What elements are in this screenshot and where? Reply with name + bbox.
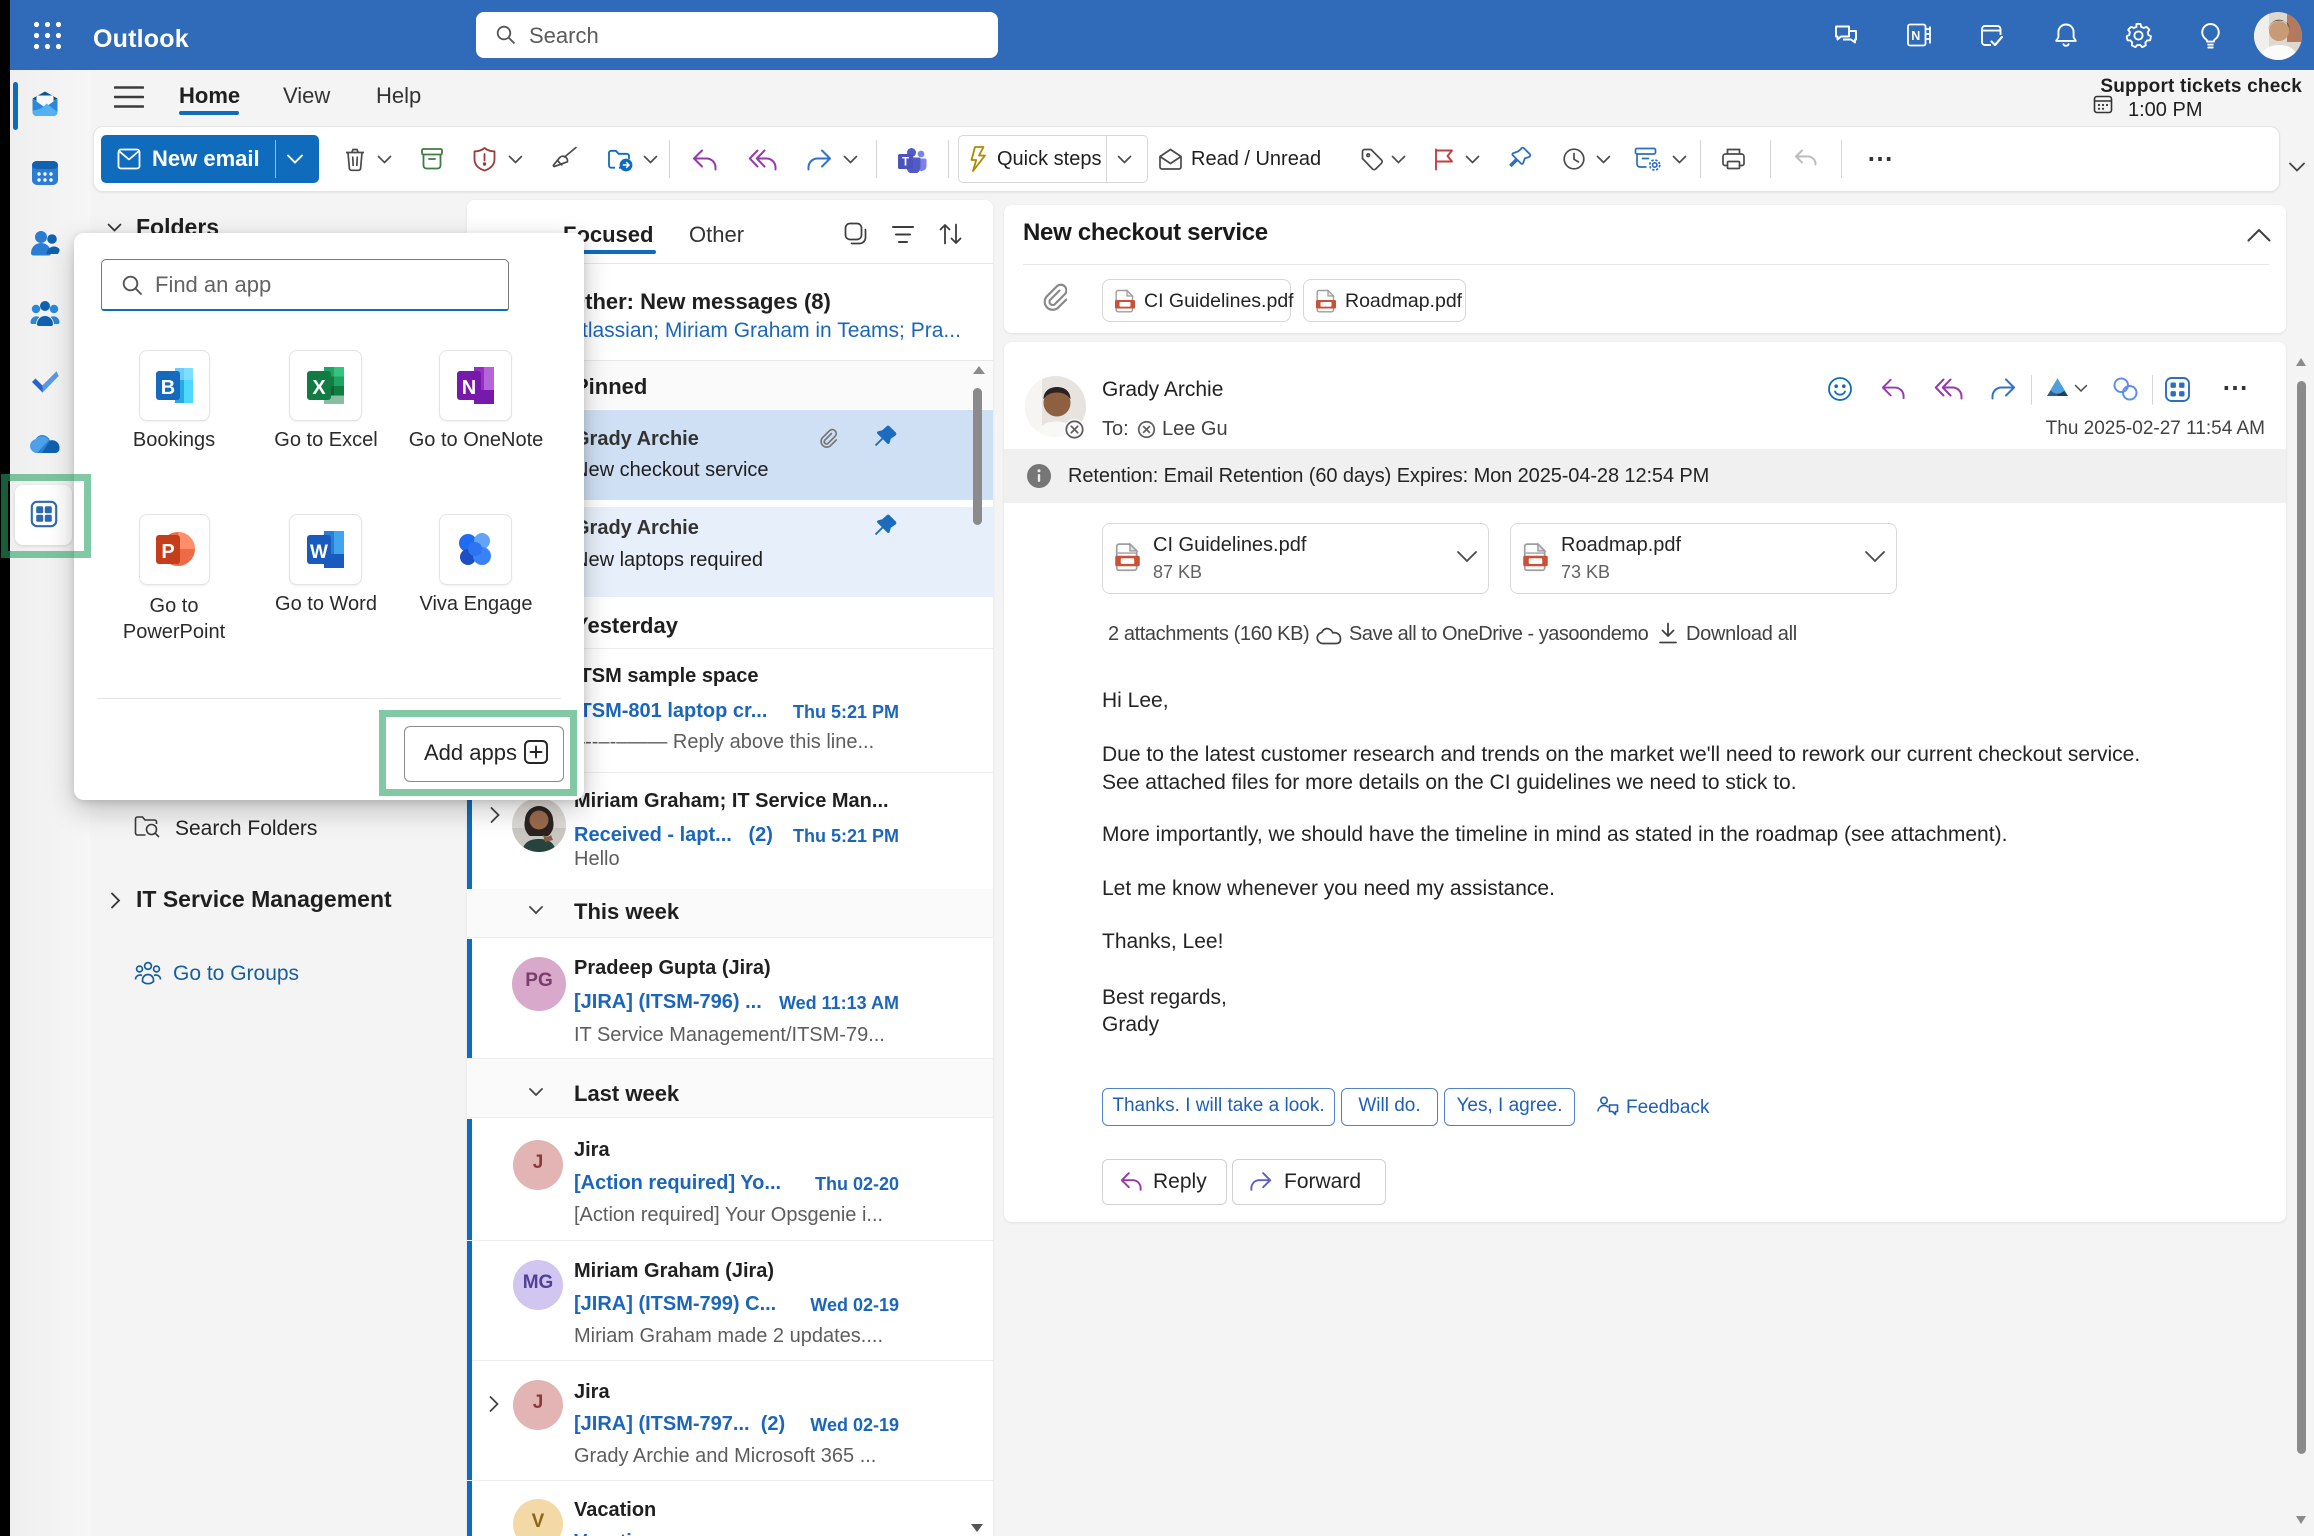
svg-text:P: P (161, 541, 174, 563)
svg-text:B: B (161, 377, 175, 399)
svg-text:N: N (1911, 29, 1920, 43)
svg-text:W: W (310, 542, 328, 563)
svg-text:X: X (312, 377, 326, 399)
svg-text:T: T (902, 157, 909, 169)
svg-text:N: N (462, 377, 476, 399)
